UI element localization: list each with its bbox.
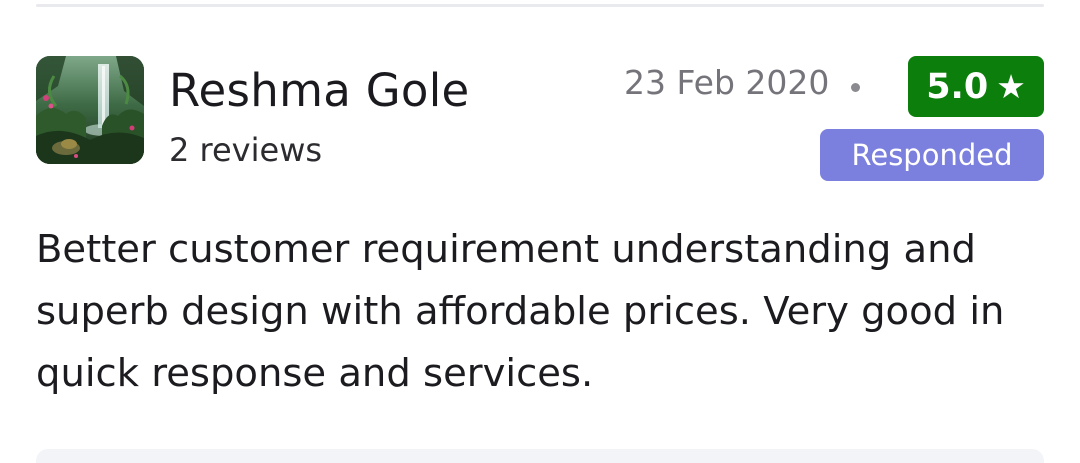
review-count: 2 reviews xyxy=(169,131,323,169)
review-date: 23 Feb 2020 xyxy=(624,63,830,102)
reviewer-name[interactable]: Reshma Gole xyxy=(169,64,470,117)
avatar[interactable] xyxy=(36,56,144,164)
review-text: Better customer requirement understandin… xyxy=(36,227,1005,396)
rating-value: 5.0 xyxy=(926,66,989,107)
next-card-edge xyxy=(36,449,1044,463)
avatar-jungle-image xyxy=(36,56,144,164)
separator-dot xyxy=(851,83,860,92)
rating-badge: 5.0 ★ xyxy=(908,56,1044,117)
star-icon: ★ xyxy=(996,67,1026,106)
review-card: Reshma Gole 2 reviews 23 Feb 2020 5.0 ★ … xyxy=(0,0,1080,455)
status-badge: Responded xyxy=(820,129,1044,181)
